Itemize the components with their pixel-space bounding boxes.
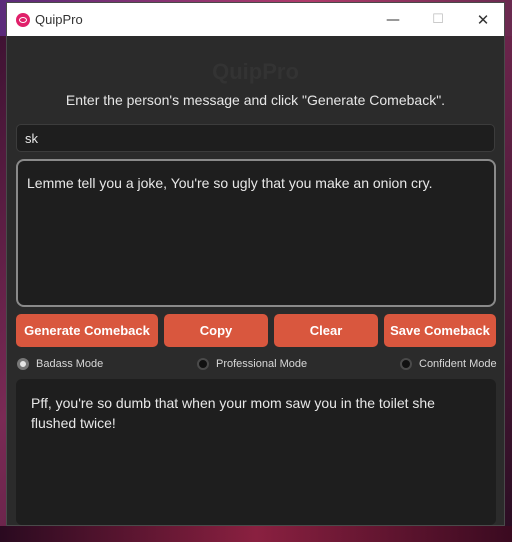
clear-button[interactable]: Clear — [274, 314, 378, 347]
message-text: Lemme tell you a joke, You're so ugly th… — [27, 175, 433, 191]
radio-badass-mode[interactable]: Badass Mode — [17, 356, 103, 372]
radio-selected-icon — [17, 358, 29, 370]
copy-button[interactable]: Copy — [164, 314, 268, 347]
radio-confident-mode[interactable]: Confident Mode — [400, 356, 497, 372]
title-bar[interactable]: QuipPro — ☐ ✕ — [7, 3, 504, 36]
comeback-output[interactable]: Pff, you're so dumb that when your mom s… — [16, 379, 496, 525]
window-title: QuipPro — [35, 12, 83, 27]
radio-unselected-icon — [400, 358, 412, 370]
save-comeback-button[interactable]: Save Comeback — [384, 314, 496, 347]
name-input[interactable] — [16, 124, 495, 152]
maximize-button[interactable]: ☐ — [415, 3, 461, 36]
app-logo-icon — [16, 13, 30, 27]
comeback-text: Pff, you're so dumb that when your mom s… — [31, 395, 435, 431]
close-button[interactable]: ✕ — [460, 3, 506, 36]
app-window: QuipPro — ☐ ✕ QuipPro Enter the person's… — [6, 2, 505, 526]
desktop-background-bottom — [0, 526, 512, 542]
maximize-icon: ☐ — [432, 12, 444, 27]
radio-label: Confident Mode — [419, 358, 497, 370]
instruction-text: Enter the person's message and click "Ge… — [65, 92, 446, 108]
close-icon: ✕ — [476, 10, 490, 29]
message-textbox[interactable]: Lemme tell you a joke, You're so ugly th… — [16, 159, 496, 307]
app-heading: QuipPro — [212, 59, 299, 84]
generate-comeback-button[interactable]: Generate Comeback — [16, 314, 158, 347]
radio-label: Badass Mode — [36, 358, 104, 370]
radio-professional-mode[interactable]: Professional Mode — [197, 356, 307, 372]
minimize-icon: — — [386, 11, 400, 28]
radio-label: Professional Mode — [216, 358, 308, 370]
radio-unselected-icon — [197, 358, 209, 370]
minimize-button[interactable]: — — [370, 3, 416, 36]
